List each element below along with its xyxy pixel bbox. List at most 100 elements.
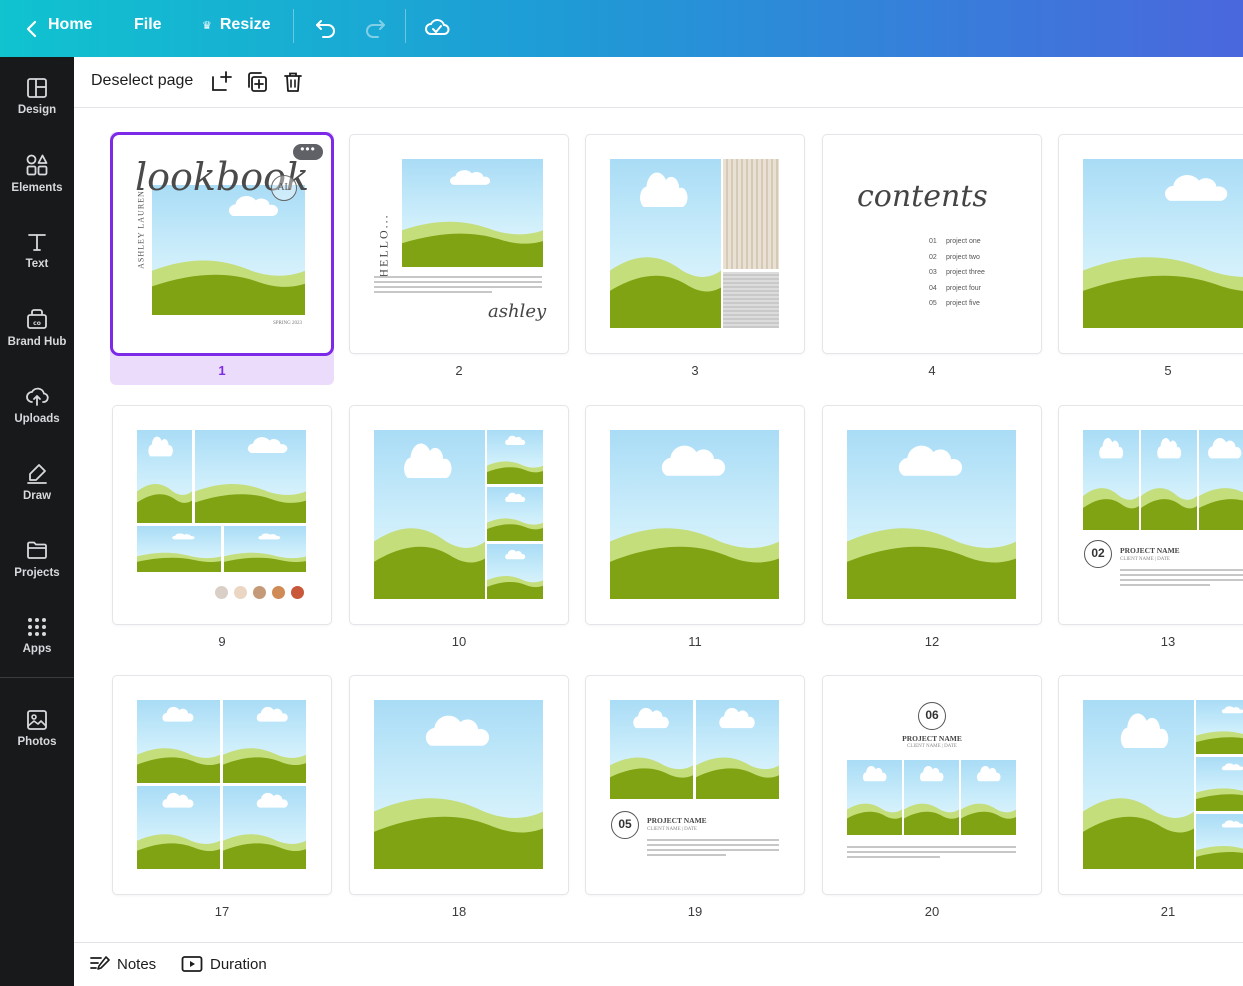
deselect-page-button[interactable]: Deselect page (91, 72, 193, 90)
page-thumbnail-18[interactable] (350, 676, 568, 894)
layout-icon (27, 77, 47, 98)
landscape-image (1141, 430, 1197, 530)
page-thumbnail-17[interactable] (113, 676, 331, 894)
sidebar-item-photos[interactable]: Photos (0, 693, 74, 763)
landscape-image (137, 786, 220, 869)
page-thumbnail-3[interactable] (586, 135, 804, 353)
landscape-image (223, 700, 306, 783)
fabric-photo (723, 272, 779, 328)
page-thumbnail-2[interactable]: HELLO... ashley (350, 135, 568, 353)
page-toolbar: Deselect page (74, 57, 1243, 108)
sidebar-item-elements[interactable]: Elements (0, 138, 74, 208)
signature-text: ashley (488, 301, 547, 322)
sidebar-item-brand-hub[interactable]: co Brand Hub (0, 292, 74, 362)
file-menu-button[interactable]: File (134, 16, 162, 34)
sidebar-item-projects[interactable]: Projects (0, 523, 74, 593)
page-thumbnail-5[interactable] (1059, 135, 1243, 353)
contents-title: contents (857, 179, 988, 214)
toolbar-divider (293, 9, 294, 43)
page-thumbnail-10[interactable] (350, 406, 568, 624)
sidebar-item-label: Projects (14, 566, 60, 579)
contents-entry: 01 project one (929, 238, 985, 254)
hello-title: HELLO... (376, 213, 391, 278)
page-number: 2 (455, 363, 463, 378)
sidebar-item-draw[interactable]: Draw (0, 446, 74, 516)
color-swatch (291, 586, 304, 599)
landscape-image (1083, 700, 1194, 869)
play-timer-icon (181, 956, 203, 972)
contents-entry: 05 project five (929, 300, 985, 316)
sidebar-item-design[interactable]: Design (0, 61, 74, 131)
landscape-image (847, 430, 1016, 599)
landscape-image (223, 786, 306, 869)
page-thumbnail-12[interactable] (823, 406, 1041, 624)
sidebar-item-apps[interactable]: Apps (0, 600, 74, 670)
project-name: PROJECT NAME (1120, 546, 1180, 555)
page-number: 13 (1160, 634, 1176, 649)
entry-number: 03 (929, 269, 937, 276)
page-number: 18 (451, 904, 467, 919)
landscape-image (487, 487, 543, 541)
toolbar-divider (405, 9, 406, 43)
sidebar-item-uploads[interactable]: Uploads (0, 369, 74, 439)
entry-label: project four (946, 284, 982, 292)
duration-button[interactable]: Duration (181, 955, 267, 973)
color-swatch (215, 586, 228, 599)
landscape-image (610, 159, 721, 328)
home-button[interactable]: Home (48, 16, 92, 34)
trash-icon[interactable] (281, 70, 305, 94)
page-number: 9 (218, 634, 226, 649)
page-thumbnail-21[interactable] (1059, 676, 1243, 894)
sidebar-item-label: Apps (22, 642, 52, 655)
notes-button[interactable]: Notes (90, 955, 156, 973)
project-number-badge: 02 (1084, 540, 1112, 568)
upload-cloud-icon (26, 387, 49, 406)
page-number: 21 (1160, 904, 1176, 919)
page-number: 5 (1164, 363, 1172, 378)
landscape-image (137, 526, 221, 572)
landscape-image (1199, 430, 1243, 530)
page-grid: lookbook ASHLEY LAUREN AL SPRING 2023 ••… (74, 108, 1243, 942)
landscape-image (374, 430, 485, 599)
add-page-icon[interactable] (209, 70, 233, 94)
landscape-image (610, 430, 779, 599)
client-line: CLIENT NAME | DATE (647, 827, 697, 832)
sidebar-item-text[interactable]: Text (0, 215, 74, 285)
chevron-left-icon[interactable] (20, 17, 44, 41)
color-swatch (234, 586, 247, 599)
page-thumbnail-4[interactable]: contents 01 project one 02 project two 03 p… (823, 135, 1041, 353)
page-thumbnail-19[interactable]: 05 PROJECT NAME CLIENT NAME | DATE (586, 676, 804, 894)
redo-icon[interactable] (362, 14, 388, 40)
page-thumbnail-1[interactable]: lookbook ASHLEY LAUREN AL SPRING 2023 ••… (113, 135, 331, 353)
footer-text: SPRING 2023 (273, 321, 303, 326)
more-options-button[interactable]: ••• (293, 143, 323, 160)
landscape-image (137, 430, 192, 523)
undo-icon[interactable] (313, 14, 339, 40)
resize-button[interactable]: ♛ Resize (202, 16, 271, 34)
notes-icon (90, 956, 110, 970)
landscape-image (1196, 757, 1243, 811)
landscape-image (847, 760, 902, 835)
page-thumbnail-11[interactable] (586, 406, 804, 624)
contents-entry: 04 project four (929, 285, 985, 301)
page-number: 11 (688, 634, 702, 649)
duplicate-page-icon[interactable] (245, 70, 269, 94)
page-thumbnail-20[interactable]: 06 PROJECT NAME CLIENT NAME | DATE (823, 676, 1041, 894)
bottom-bar: Notes Duration (74, 942, 1243, 986)
project-name: PROJECT NAME (647, 816, 707, 825)
page-thumbnail-9[interactable] (113, 406, 331, 624)
sidebar-item-label: Draw (22, 489, 52, 502)
landscape-image (961, 760, 1016, 835)
contents-entry: 02 project two (929, 254, 985, 270)
top-bar: Home File ♛ Resize (0, 0, 1243, 57)
resize-label: Resize (219, 16, 271, 33)
duration-label: Duration (210, 955, 267, 973)
landscape-image (1196, 700, 1243, 754)
page-thumbnail-13[interactable]: 02 PROJECT NAME CLIENT NAME | DATE (1059, 406, 1243, 624)
sidebar-item-label: Design (17, 103, 57, 116)
page-number: 3 (691, 363, 699, 378)
cloud-saved-icon[interactable] (423, 13, 451, 41)
page-number: 19 (687, 904, 703, 919)
contents-list: 01 project one 02 project two 03 project th… (929, 238, 985, 316)
page-number: 20 (924, 904, 940, 919)
